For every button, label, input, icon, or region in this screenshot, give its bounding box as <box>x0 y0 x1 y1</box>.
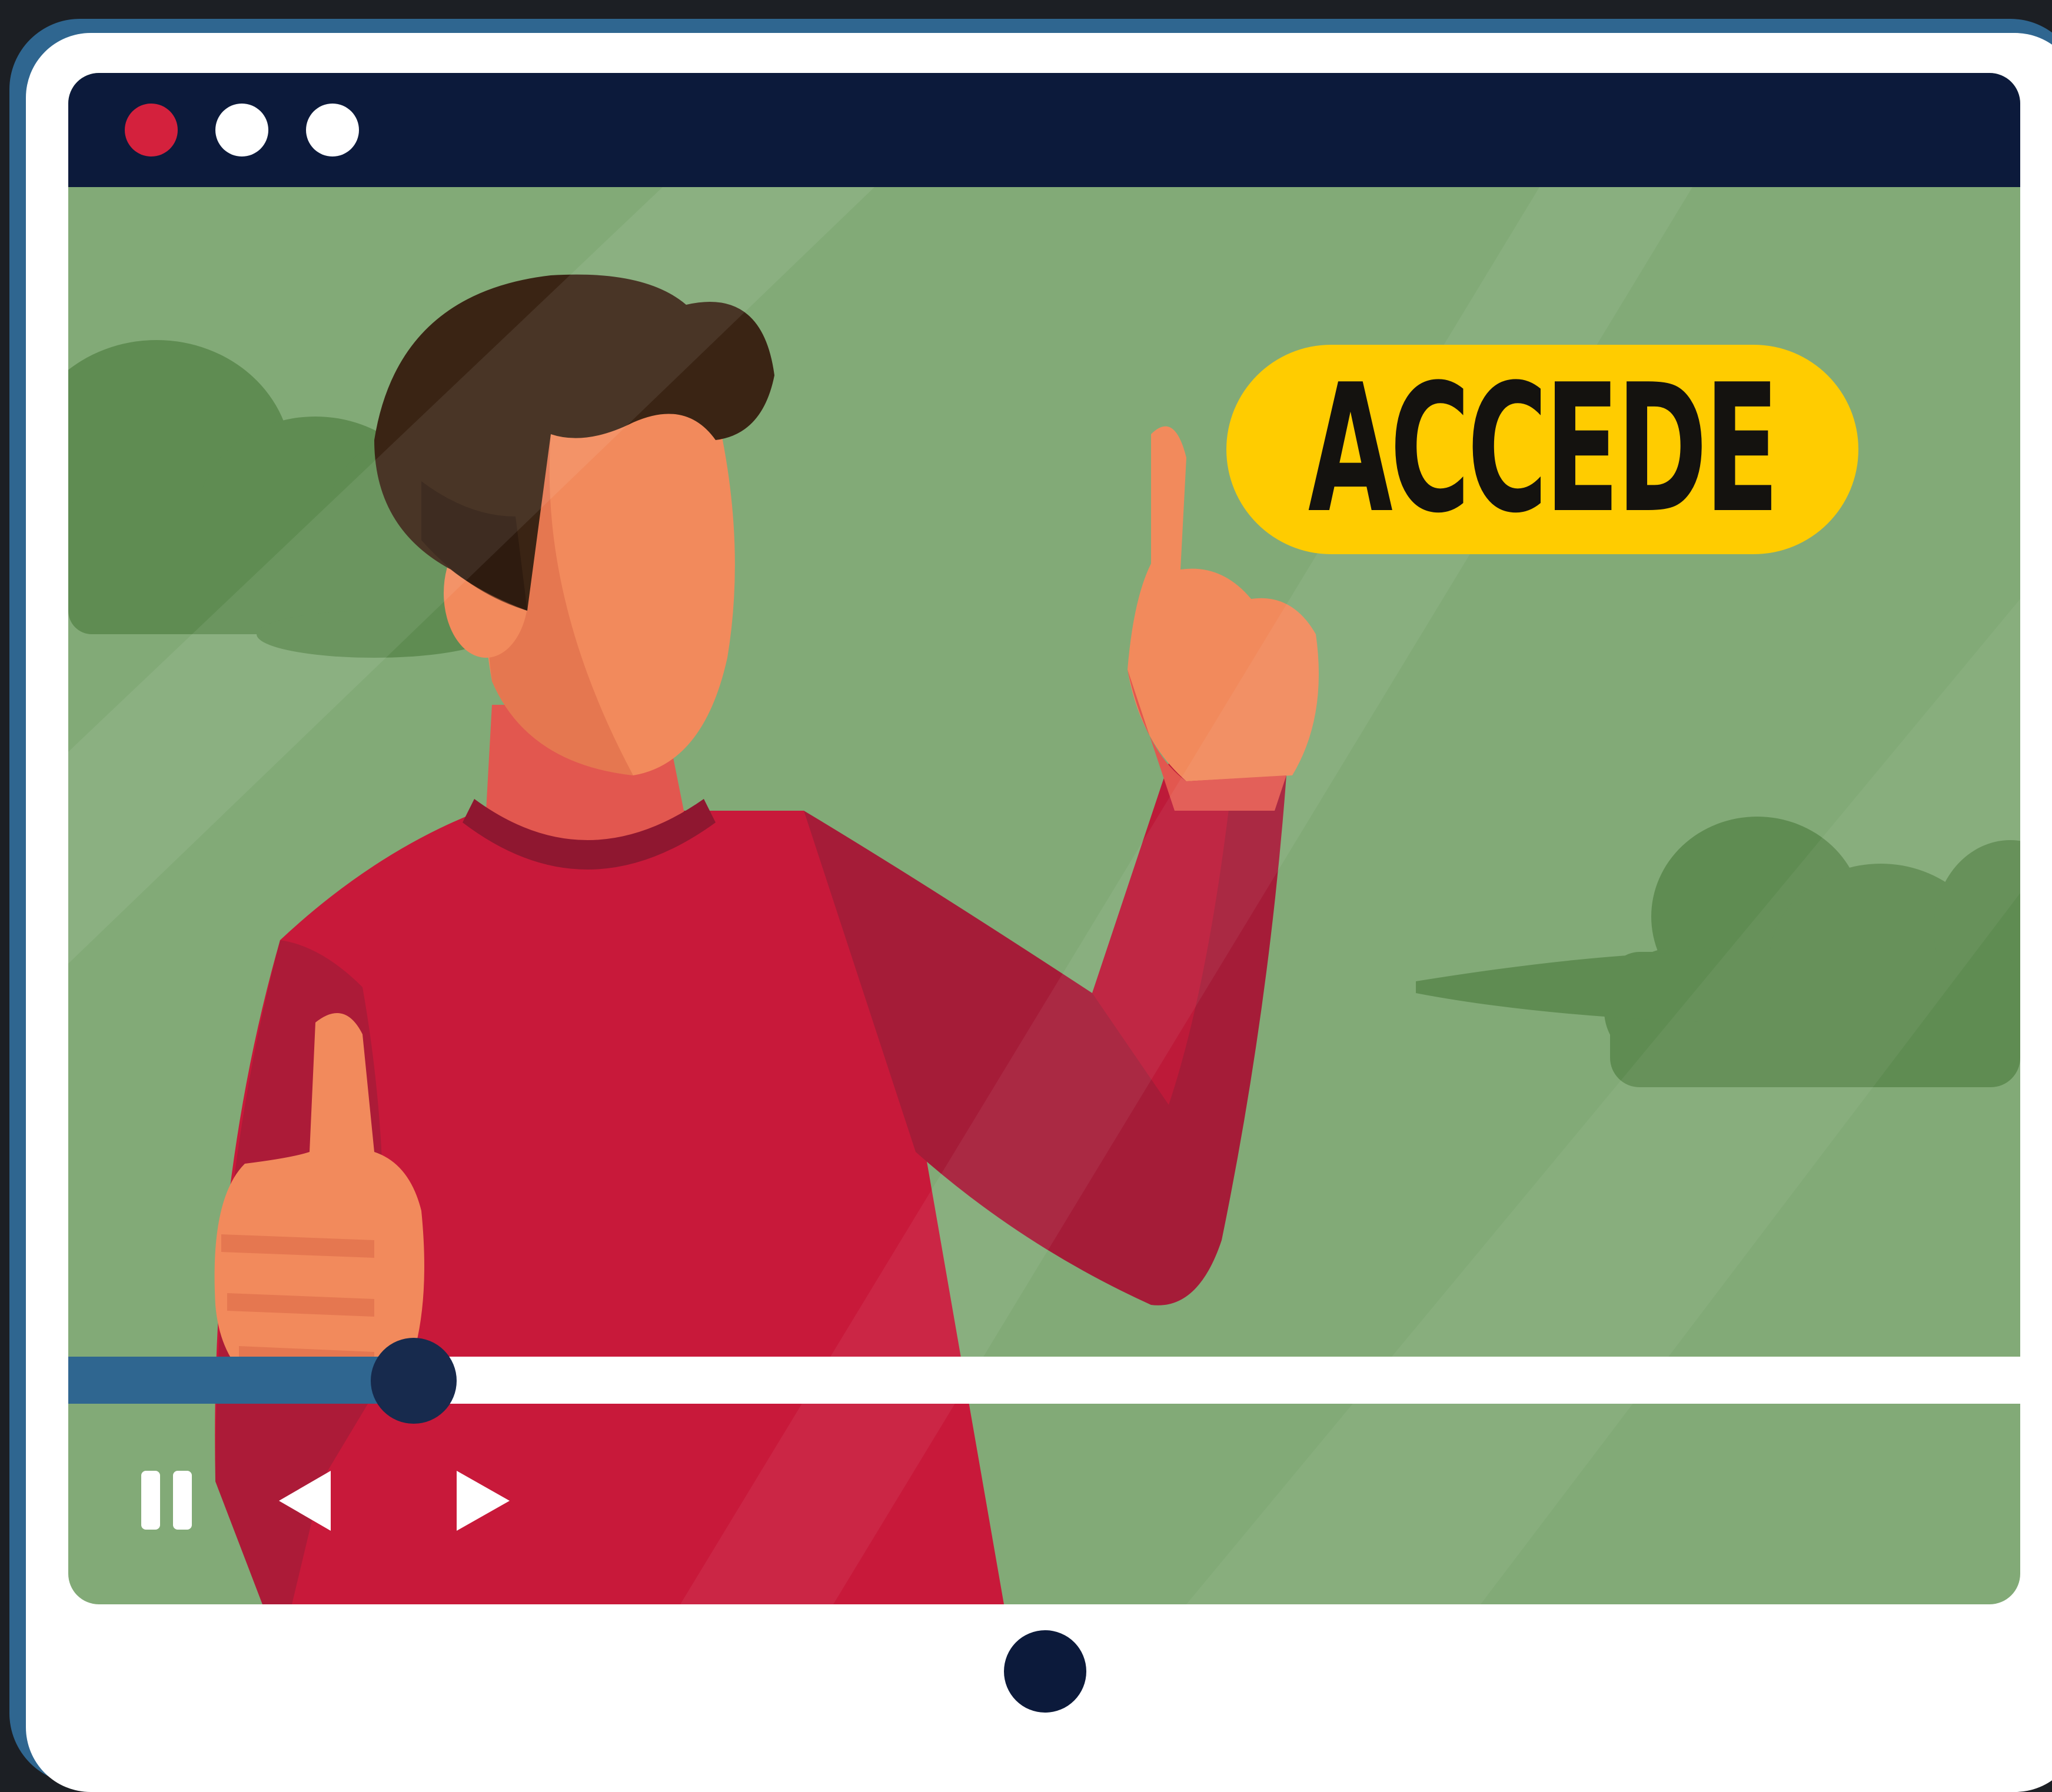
progress-fill <box>68 1357 414 1404</box>
previous-button[interactable] <box>272 1466 342 1537</box>
home-button[interactable] <box>1004 1630 1086 1713</box>
close-window-dot[interactable] <box>125 104 178 156</box>
maximize-window-dot[interactable] <box>306 104 359 156</box>
window-titlebar <box>68 73 2020 187</box>
progress-thumb[interactable] <box>371 1338 457 1424</box>
previous-icon <box>279 1471 331 1531</box>
cta-label: ACCEDE <box>1308 347 1780 552</box>
next-icon <box>457 1471 510 1531</box>
next-button[interactable] <box>448 1466 519 1537</box>
pause-button[interactable] <box>133 1466 204 1537</box>
video-player-window: ACCEDE <box>68 73 2020 1604</box>
bush-right <box>1416 817 2020 1087</box>
accede-cta-button[interactable]: ACCEDE <box>1226 345 1858 554</box>
tablet-scene: ACCEDE <box>0 0 2052 1792</box>
progress-track[interactable] <box>68 1357 2020 1404</box>
pause-icon <box>141 1471 192 1530</box>
minimize-window-dot[interactable] <box>215 104 268 156</box>
